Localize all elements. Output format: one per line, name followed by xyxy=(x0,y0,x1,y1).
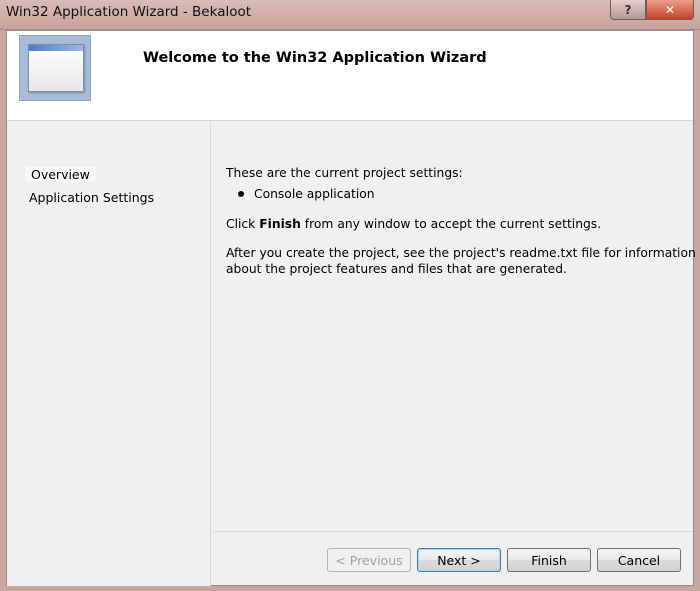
title-bar[interactable]: Win32 Application Wizard - Bekaloot ? ✕ xyxy=(0,0,700,30)
finish-button[interactable]: Finish xyxy=(507,548,591,572)
wizard-dialog: Welcome to the Win32 Application Wizard … xyxy=(6,30,696,586)
title-controls: ? ✕ xyxy=(610,0,694,20)
finish-instruction-pre: Click xyxy=(226,217,260,231)
next-button[interactable]: Next > xyxy=(417,548,501,572)
finish-instruction: Click Finish from any window to accept t… xyxy=(226,216,601,232)
button-divider xyxy=(212,531,693,532)
settings-intro: These are the current project settings: xyxy=(226,166,463,180)
window-graphic-titlebar xyxy=(29,45,83,51)
sidebar-item-overview[interactable]: Overview xyxy=(25,167,96,182)
bullet-icon xyxy=(238,190,244,197)
wizard-sidebar: Overview Application Settings xyxy=(7,122,211,586)
window-title: Win32 Application Wizard - Bekaloot xyxy=(6,4,252,20)
page-title: Welcome to the Win32 Application Wizard xyxy=(143,50,487,66)
finish-instruction-post: from any window to accept the current se… xyxy=(300,217,602,231)
window-graphic xyxy=(28,44,84,92)
readme-info-line1: After you create the project, see the pr… xyxy=(226,246,696,260)
finish-instruction-bold: Finish xyxy=(259,217,301,231)
cancel-button[interactable]: Cancel xyxy=(597,548,681,572)
wizard-content: These are the current project settings: … xyxy=(212,122,696,532)
sidebar-item-application-settings[interactable]: Application Settings xyxy=(29,190,154,205)
readme-info-line2: about the project features and files tha… xyxy=(226,262,567,276)
application-window-icon xyxy=(19,35,91,101)
wizard-header: Welcome to the Win32 Application Wizard xyxy=(7,31,693,121)
close-icon[interactable]: ✕ xyxy=(646,0,694,20)
settings-bullet-item: Console application xyxy=(238,186,375,202)
bullet-text: Console application xyxy=(254,187,375,201)
help-icon[interactable]: ? xyxy=(610,0,646,20)
previous-button[interactable]: < Previous xyxy=(327,548,411,572)
